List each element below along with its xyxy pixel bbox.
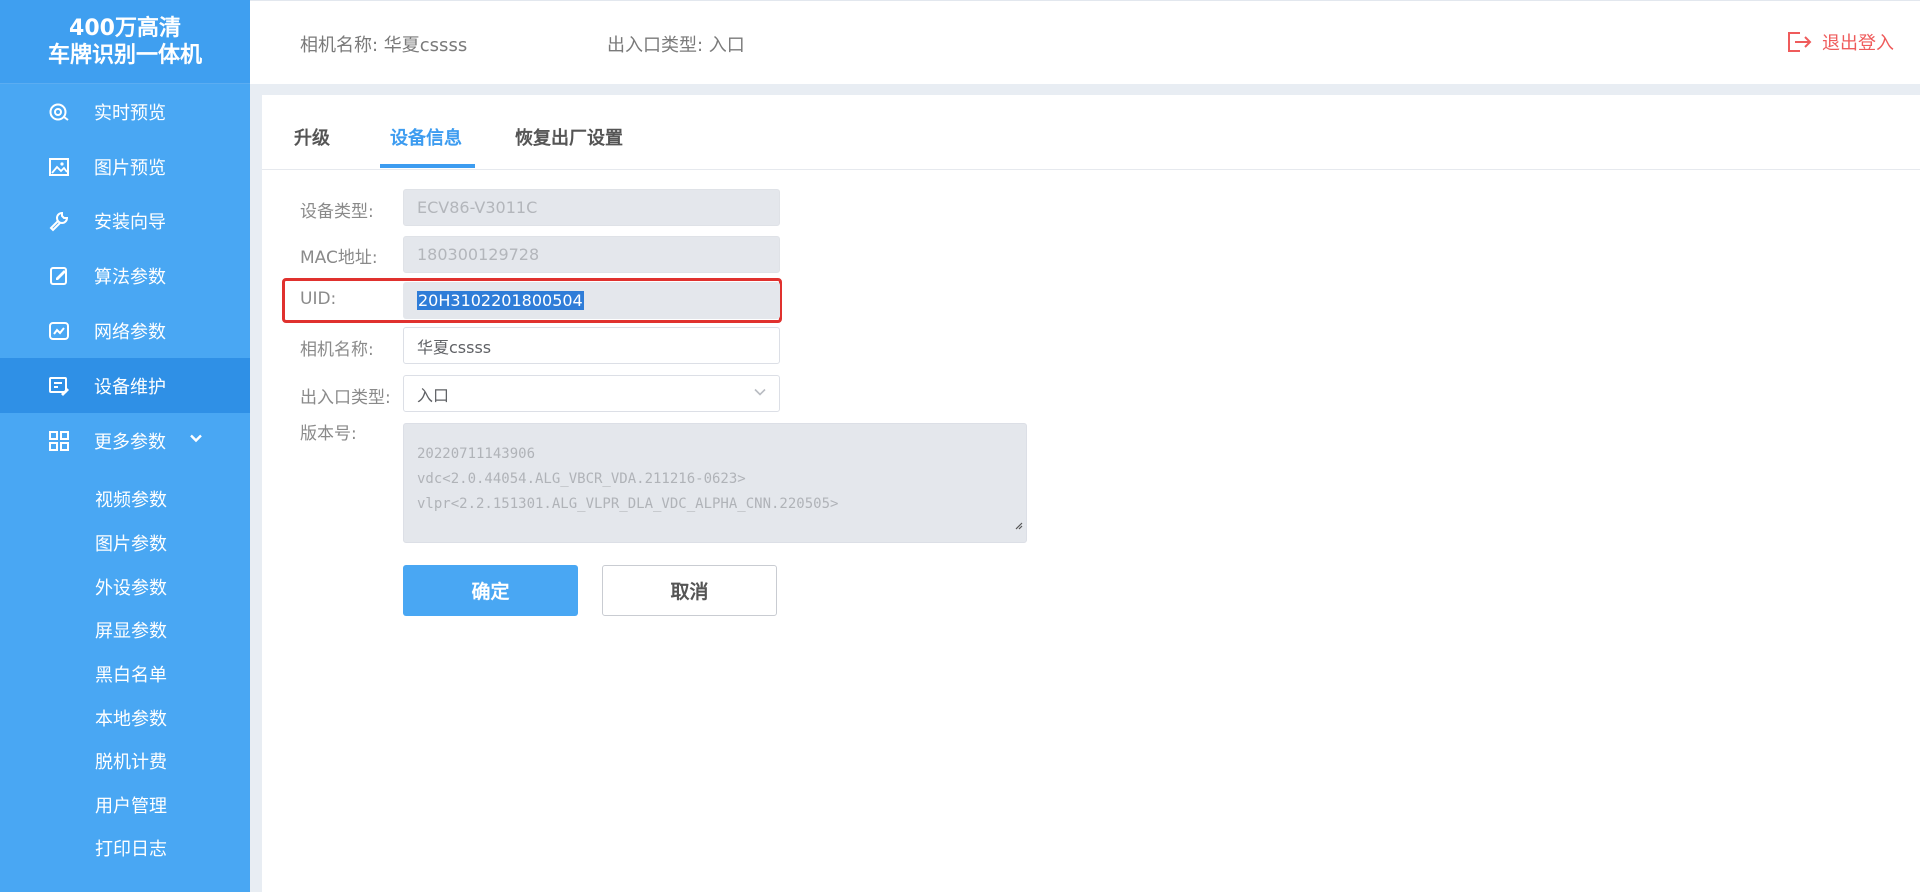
entry-type-label: 出入口类型: xyxy=(300,388,391,408)
logout-label: 退出登入 xyxy=(1822,33,1894,54)
wrench-icon xyxy=(48,210,70,232)
divider xyxy=(250,95,262,892)
sidebar-item-network[interactable]: 网络参数 xyxy=(0,303,250,358)
sidebar-item-label: 算法参数 xyxy=(94,266,166,288)
image-icon xyxy=(48,156,70,178)
header-entry-type: 出入口类型: 入口 xyxy=(607,35,745,56)
camera-name-input[interactable]: 华夏cssss xyxy=(403,327,780,364)
sidebar-subitem-image[interactable]: 图片参数 xyxy=(95,533,167,557)
device-type-field: ECV86-V3011C xyxy=(403,189,780,226)
sidebar-subitem-print-log[interactable]: 打印日志 xyxy=(95,838,167,862)
sidebar-subitem-display[interactable]: 屏显参数 xyxy=(95,620,167,644)
sidebar-subitem-local[interactable]: 本地参数 xyxy=(95,708,167,732)
logout-button[interactable]: 退出登入 xyxy=(1786,29,1894,55)
chevron-down-icon[interactable] xyxy=(188,430,204,451)
sidebar-item-label: 网络参数 xyxy=(94,321,166,343)
header: 相机名称: 华夏cssss 出入口类型: 入口 退出登入 xyxy=(250,0,1920,84)
app: 400万高清 车牌识别一体机 实时预览 图片预览 安装向导 算法参数 网络参数 … xyxy=(0,0,1920,892)
uid-label: UID: xyxy=(300,289,337,309)
sidebar-item-image-preview[interactable]: 图片预览 xyxy=(0,139,250,194)
live-preview-icon xyxy=(48,101,70,123)
sidebar-item-live-preview[interactable]: 实时预览 xyxy=(0,84,250,139)
version-line: vlpr<2.2.151301.ALG_VLPR_DLA_VDC_ALPHA_C… xyxy=(417,496,839,512)
sidebar-subitem-video[interactable]: 视频参数 xyxy=(95,489,167,513)
confirm-button[interactable]: 确定 xyxy=(403,565,578,616)
chevron-down-icon xyxy=(753,384,767,403)
tab-upgrade[interactable]: 升级 xyxy=(294,124,330,150)
chart-icon xyxy=(48,320,70,342)
uid-value: 20H3102201800504 xyxy=(417,291,584,310)
version-label: 版本号: xyxy=(300,424,357,444)
uid-field[interactable]: 20H3102201800504 xyxy=(403,282,780,319)
sidebar-item-label: 安装向导 xyxy=(94,211,166,233)
grid-icon xyxy=(48,430,70,452)
brand-line1: 400万高清 xyxy=(69,15,181,41)
sidebar-item-label: 图片预览 xyxy=(94,157,166,179)
tab-bar: 升级 设备信息 恢复出厂设置 xyxy=(262,95,1920,170)
main-panel: 升级 设备信息 恢复出厂设置 设备类型: ECV86-V3011C MAC地址:… xyxy=(262,95,1920,892)
sidebar-item-more-params[interactable]: 更多参数 xyxy=(0,413,250,468)
sidebar: 400万高清 车牌识别一体机 实时预览 图片预览 安装向导 算法参数 网络参数 … xyxy=(0,0,250,892)
cancel-button[interactable]: 取消 xyxy=(602,565,777,616)
maintenance-icon xyxy=(48,375,70,397)
divider xyxy=(250,84,1920,95)
mac-label: MAC地址: xyxy=(300,248,378,268)
mac-field: 180300129728 xyxy=(403,236,780,273)
sidebar-subitem-offline-billing[interactable]: 脱机计费 xyxy=(95,751,167,775)
sidebar-subitem-peripheral[interactable]: 外设参数 xyxy=(95,577,167,601)
sidebar-subitem-blacklist[interactable]: 黑白名单 xyxy=(95,664,167,688)
device-type-value: ECV86-V3011C xyxy=(417,198,538,217)
sidebar-item-maintenance[interactable]: 设备维护 xyxy=(0,358,250,413)
version-textarea: 20220711143906 vdc<2.0.44054.ALG_VBCR_VDA… xyxy=(403,423,1027,543)
camera-name-value: 华夏cssss xyxy=(417,337,492,357)
logout-icon xyxy=(1788,32,1812,52)
entry-type-value: 入口 xyxy=(417,385,450,405)
version-line: vdc<2.0.44054.ALG_VBCR_VDA.211216-0623> xyxy=(417,471,746,487)
sidebar-item-algorithm[interactable]: 算法参数 xyxy=(0,248,250,303)
camera-name-label: 相机名称: xyxy=(300,340,374,360)
brand-line2: 车牌识别一体机 xyxy=(47,42,202,68)
tab-active-indicator xyxy=(380,164,475,168)
sidebar-item-label: 设备维护 xyxy=(94,376,166,398)
sidebar-subitem-user-mgmt[interactable]: 用户管理 xyxy=(95,795,167,819)
header-camera-name: 相机名称: 华夏cssss xyxy=(300,35,468,56)
sidebar-item-label: 更多参数 xyxy=(94,431,166,453)
brand: 400万高清 车牌识别一体机 xyxy=(0,0,250,84)
mac-value: 180300129728 xyxy=(417,245,540,264)
entry-type-select[interactable]: 入口 xyxy=(403,375,780,412)
sidebar-item-install-wizard[interactable]: 安装向导 xyxy=(0,193,250,248)
resize-handle-icon[interactable] xyxy=(1013,514,1023,539)
tab-device-info[interactable]: 设备信息 xyxy=(390,124,462,150)
tab-factory-reset[interactable]: 恢复出厂设置 xyxy=(515,124,623,150)
device-type-label: 设备类型: xyxy=(300,202,374,222)
version-line: 20220711143906 xyxy=(417,446,536,462)
sidebar-item-label: 实时预览 xyxy=(94,102,166,124)
edit-icon xyxy=(48,265,70,287)
